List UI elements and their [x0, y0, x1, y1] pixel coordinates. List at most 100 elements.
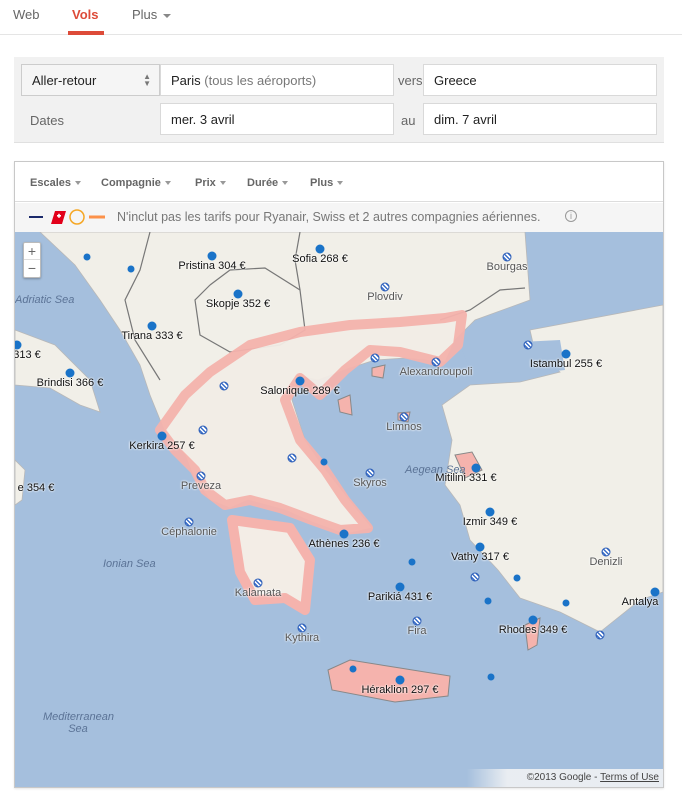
caret-down-icon — [164, 181, 171, 186]
caret-down-icon — [337, 181, 344, 186]
destination-value: Greece — [434, 72, 477, 88]
tab-vols[interactable]: Vols — [72, 7, 99, 22]
airport-marker[interactable] — [370, 353, 380, 363]
airport-label[interactable]: Fira — [408, 625, 427, 637]
city-price-label[interactable]: Sofia 268 € — [292, 253, 348, 265]
depart-value: mer. 3 avril — [171, 111, 235, 127]
price-marker[interactable] — [487, 673, 495, 681]
city-price-label[interactable]: Mitilini 331 € — [435, 472, 496, 484]
city-price-label[interactable]: Athènes 236 € — [309, 538, 380, 550]
city-price-label[interactable]: Parikiá 431 € — [368, 591, 432, 603]
airport-marker[interactable] — [287, 453, 297, 463]
price-marker[interactable] — [83, 253, 91, 261]
airport-label[interactable]: Alexandroupoli — [400, 366, 473, 378]
tab-web[interactable]: Web — [13, 7, 40, 22]
caret-down-icon — [219, 181, 226, 186]
airport-label[interactable]: Céphalonie — [161, 526, 217, 538]
airport-label[interactable]: Kalamata — [235, 587, 281, 599]
airport-marker[interactable] — [470, 572, 480, 582]
land — [15, 232, 663, 633]
filter-prix[interactable]: Prix — [195, 177, 226, 189]
return-value: dim. 7 avril — [434, 111, 497, 127]
filter-label: Durée — [247, 177, 279, 189]
sea-label-line: Mediterranean — [43, 711, 114, 723]
easyjet-logo — [89, 215, 105, 219]
filter-escales[interactable]: Escales — [30, 177, 81, 189]
city-price-label[interactable]: Vathy 317 € — [451, 551, 509, 563]
copyright-text: ©2013 Google - — [526, 772, 601, 783]
price-marker[interactable] — [127, 265, 135, 273]
airport-label[interactable]: Plovdiv — [367, 291, 402, 303]
return-date-input[interactable]: dim. 7 avril — [423, 103, 657, 135]
ryanair-logo — [29, 216, 43, 218]
origin-value: Paris — [171, 72, 201, 88]
info-icon[interactable]: i — [565, 210, 577, 222]
airport-marker[interactable] — [198, 425, 208, 435]
top-nav: Web Vols Plus — [0, 0, 682, 35]
to-label: vers — [398, 73, 423, 88]
results-panel: Escales Compagnie Prix Durée Plus N'incl… — [14, 161, 664, 788]
filter-label: Escales — [30, 177, 71, 189]
caret-down-icon — [282, 181, 289, 186]
active-tab-indicator — [68, 31, 104, 35]
airport-label[interactable]: Bourgas — [487, 261, 528, 273]
filter-bar: Escales Compagnie Prix Durée Plus — [15, 162, 663, 202]
city-price-label[interactable]: 313 € — [15, 349, 41, 361]
price-marker[interactable] — [349, 665, 357, 673]
airline-logos — [29, 209, 105, 225]
city-price-label[interactable]: Kerkira 257 € — [129, 440, 194, 452]
filter-compagnie[interactable]: Compagnie — [101, 177, 171, 189]
airport-label[interactable]: Kythira — [285, 632, 319, 644]
terms-link[interactable]: Terms of Use — [600, 772, 659, 783]
airport-label[interactable]: Preveza — [181, 480, 221, 492]
city-price-label[interactable]: e 354 € — [18, 482, 55, 494]
city-price-label[interactable]: Salonique 289 € — [260, 385, 340, 397]
notice-text: N'inclut pas les tarifs pour Ryanair, Sw… — [117, 210, 541, 224]
search-form: Aller-retour ▲ ▼ Paris (tous les aéroport… — [14, 57, 664, 143]
origin-input[interactable]: Paris (tous les aéroports) — [160, 64, 394, 96]
airport-label[interactable]: Skyros — [353, 477, 387, 489]
sea-label-line: Sea — [68, 723, 88, 735]
city-price-label[interactable]: Skopje 352 € — [206, 298, 270, 310]
excluded-airlines-notice: N'inclut pas les tarifs pour Ryanair, Sw… — [15, 203, 663, 232]
city-price-label[interactable]: Héraklion 297 € — [361, 684, 438, 696]
price-marker[interactable] — [513, 574, 521, 582]
filter-duree[interactable]: Durée — [247, 177, 289, 189]
airport-label[interactable]: Denizli — [589, 556, 622, 568]
tab-plus[interactable]: Plus — [132, 7, 172, 22]
depart-date-input[interactable]: mer. 3 avril — [160, 103, 394, 135]
caret-down-icon — [74, 181, 81, 186]
city-price-label[interactable]: Tirana 333 € — [121, 330, 182, 342]
filter-label: Prix — [195, 177, 216, 189]
city-price-label[interactable]: Izmir 349 € — [463, 516, 517, 528]
swiss-logo — [51, 211, 66, 224]
city-price-label[interactable]: Istambul 255 € — [530, 358, 602, 370]
price-marker[interactable] — [562, 599, 570, 607]
price-marker[interactable] — [484, 597, 492, 605]
map-attribution: ©2013 Google - Terms of Use — [466, 769, 663, 787]
sea-label-ionian: Ionian Sea — [103, 558, 156, 570]
city-price-label[interactable]: Brindisi 366 € — [37, 377, 104, 389]
zoom-out-button[interactable]: − — [24, 260, 40, 277]
caret-down-icon — [163, 13, 172, 18]
destination-input[interactable]: Greece — [423, 64, 657, 96]
price-marker[interactable] — [320, 458, 328, 466]
filter-plus[interactable]: Plus — [310, 177, 344, 189]
between-label: au — [401, 113, 416, 128]
city-price-label[interactable]: Pristina 304 € — [178, 260, 245, 272]
price-marker[interactable] — [408, 558, 416, 566]
city-price-label[interactable]: Rhodes 349 € — [499, 624, 568, 636]
sea-label-mediterranean: Mediterranean Sea — [43, 711, 114, 735]
airport-marker[interactable] — [523, 340, 533, 350]
zoom-in-button[interactable]: + — [24, 243, 40, 260]
map[interactable]: + − Adriatic Sea Aegean Sea Ionian Sea M… — [15, 232, 663, 787]
airport-marker[interactable] — [595, 630, 605, 640]
tab-plus-label: Plus — [132, 7, 158, 22]
airport-label[interactable]: Limnos — [386, 421, 421, 433]
dates-label: Dates — [30, 113, 64, 128]
city-price-label[interactable]: Antalya — [622, 596, 659, 608]
airport-marker[interactable] — [219, 381, 229, 391]
trip-type-value: Aller-retour — [32, 72, 97, 88]
trip-type-select[interactable]: Aller-retour ▲ ▼ — [21, 64, 160, 96]
sea-label-adriatic: Adriatic Sea — [15, 294, 75, 306]
